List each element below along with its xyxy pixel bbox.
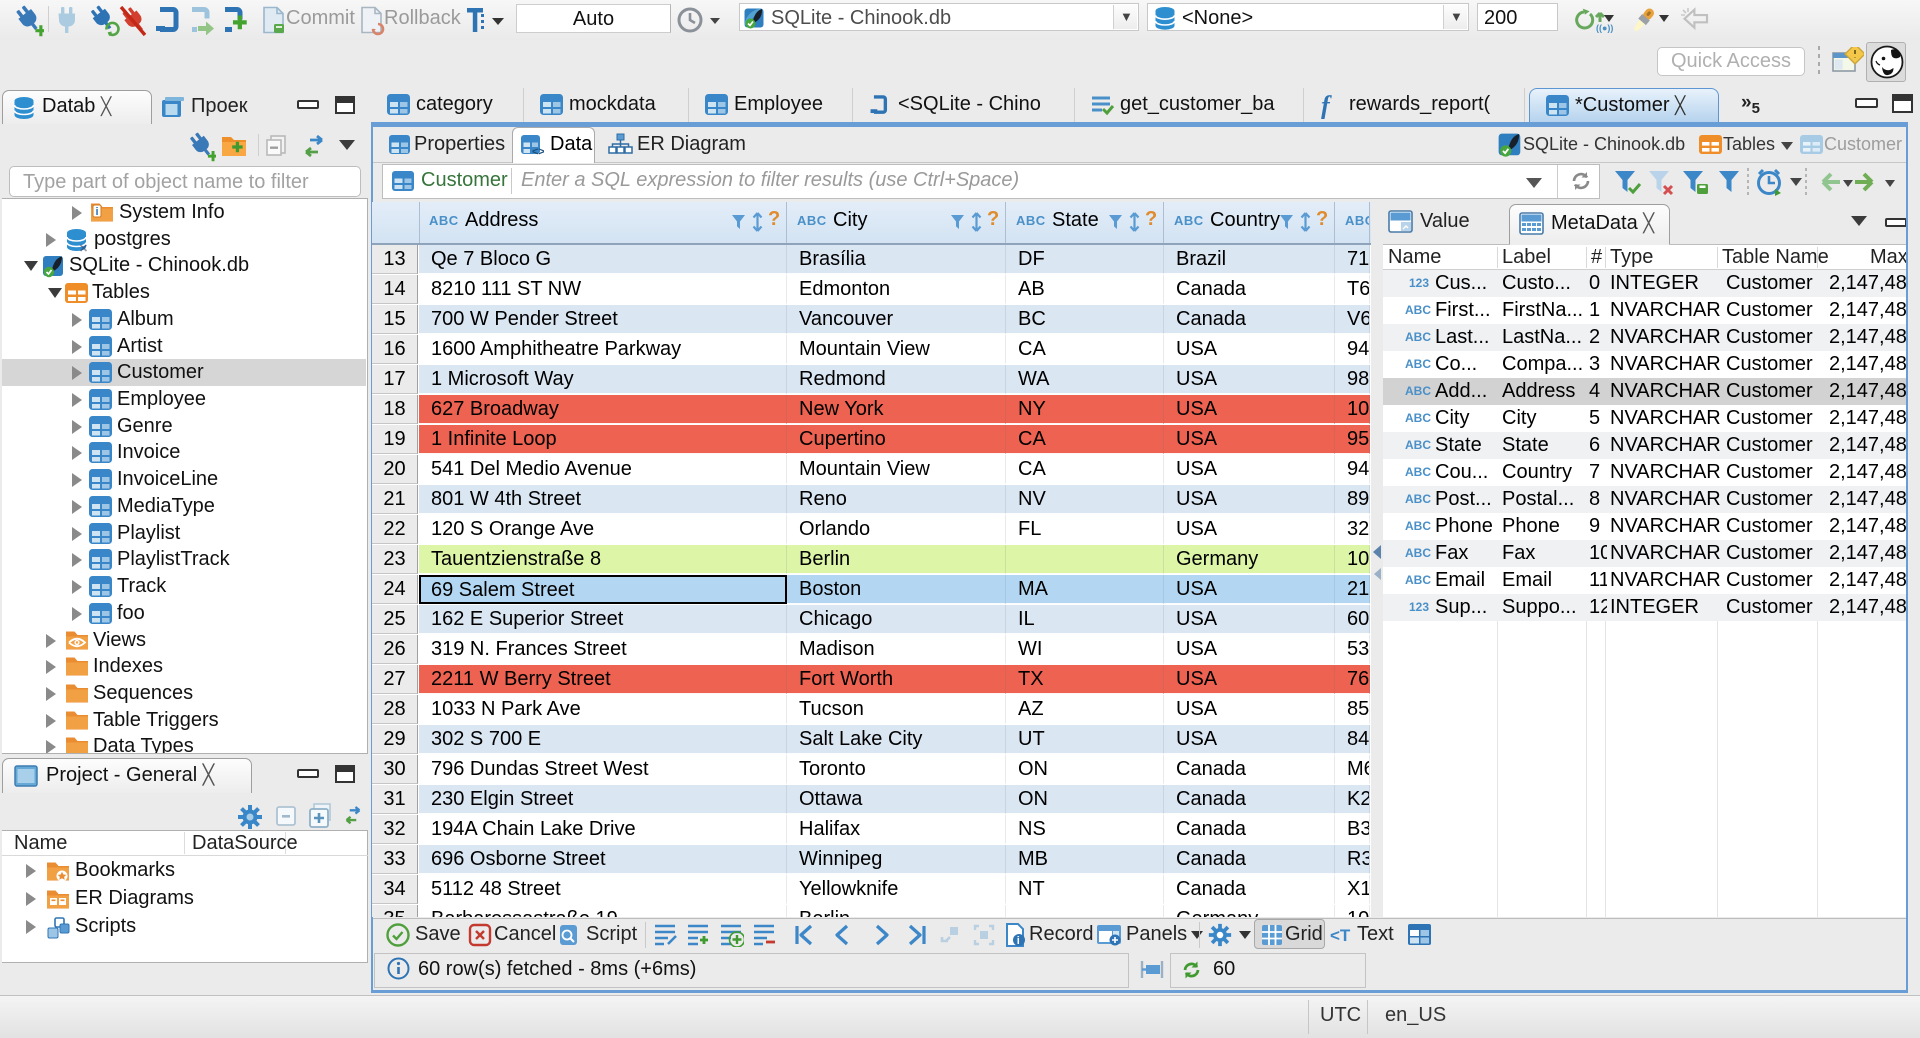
svg-text:<T: <T — [1330, 926, 1351, 945]
svg-text:i: i — [96, 206, 99, 218]
svg-text:f: f — [1321, 93, 1332, 119]
svg-text:<>: <> — [532, 146, 544, 156]
svg-text:((●)): ((●)) — [1596, 23, 1613, 33]
svg-text:i: i — [1017, 935, 1020, 947]
